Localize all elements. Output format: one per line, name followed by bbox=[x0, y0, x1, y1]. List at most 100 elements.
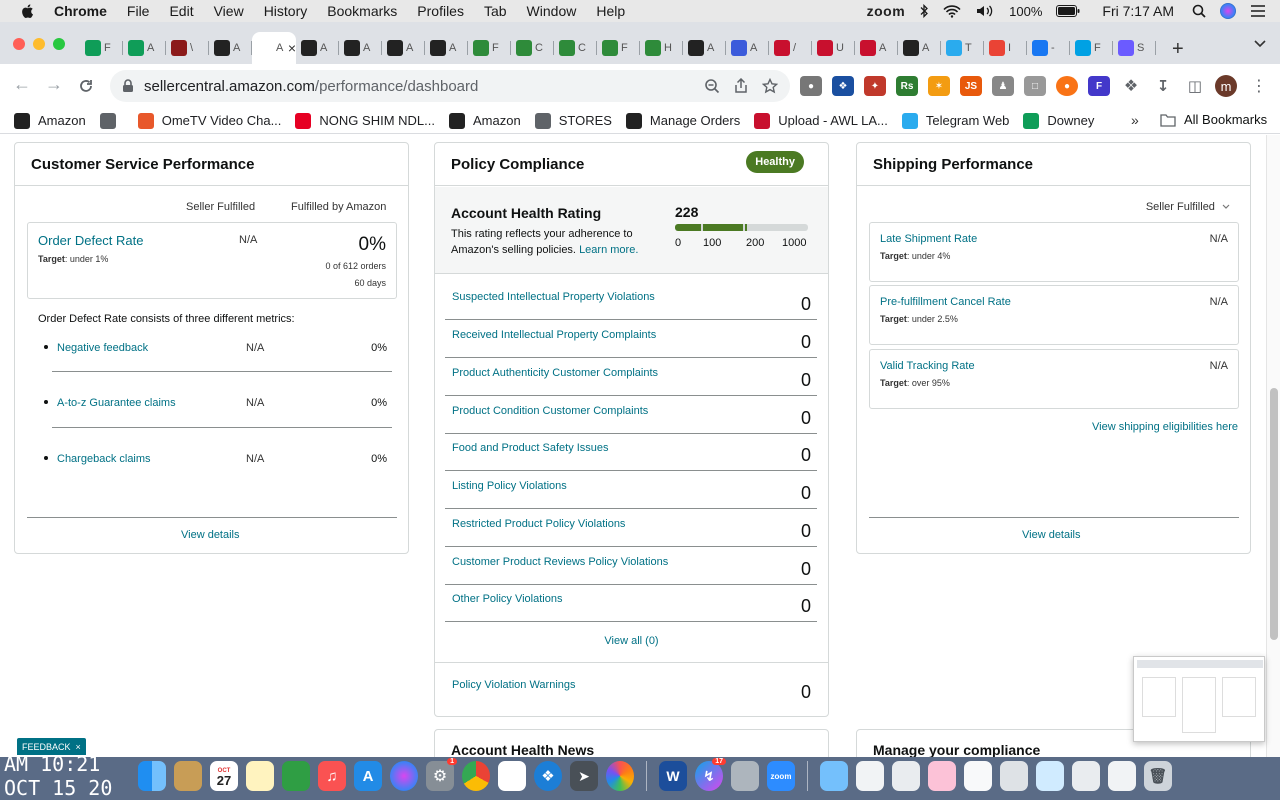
menu-bar-clock[interactable]: Fri 7:17 AM bbox=[1102, 3, 1174, 19]
policy-row-link[interactable]: Customer Product Reviews Policy Violatio… bbox=[452, 556, 668, 568]
browser-tab[interactable]: T bbox=[941, 32, 984, 64]
extension-box-icon[interactable]: □ bbox=[1024, 76, 1046, 96]
menu-history[interactable]: History bbox=[264, 3, 308, 19]
downloads-folder-icon[interactable] bbox=[820, 761, 848, 791]
browser-tab[interactable]: F bbox=[597, 32, 640, 64]
calendar-icon[interactable]: OCT 27 bbox=[210, 761, 238, 791]
browser-tab[interactable]: - bbox=[1027, 32, 1070, 64]
recent-document-thumbnail[interactable] bbox=[1000, 761, 1028, 791]
siri-dock-icon[interactable] bbox=[390, 761, 418, 791]
browser-tab-active[interactable]: A × bbox=[252, 32, 296, 64]
browser-tab[interactable]: / bbox=[769, 32, 812, 64]
word-icon[interactable]: W bbox=[659, 761, 687, 791]
learn-more-link[interactable]: Learn more. bbox=[579, 244, 638, 256]
recent-document-thumbnail[interactable] bbox=[964, 761, 992, 791]
safari-icon[interactable]: ❖ bbox=[534, 761, 562, 791]
music-icon[interactable]: ♫ bbox=[318, 761, 346, 791]
browser-tab[interactable]: S bbox=[1113, 32, 1156, 64]
shipping-eligibilities-link[interactable]: View shipping eligibilities here bbox=[1092, 421, 1238, 433]
policy-row-link[interactable]: Suspected Intellectual Property Violatio… bbox=[452, 291, 655, 303]
tab-search-chevron-icon[interactable] bbox=[1254, 40, 1266, 48]
bookmark-star-icon[interactable] bbox=[762, 78, 778, 94]
policy-row-link[interactable]: Product Authenticity Customer Complaints bbox=[452, 367, 658, 379]
bookmark-item[interactable]: OmeTV Video Cha... bbox=[137, 112, 281, 129]
policy-row-link[interactable]: Policy Violation Warnings bbox=[452, 679, 576, 691]
shipping-metric-link[interactable]: Late Shipment Rate bbox=[880, 233, 977, 245]
launchpad-icon[interactable]: ➤ bbox=[570, 761, 598, 791]
bookmark-item[interactable]: Amazon bbox=[449, 112, 521, 129]
zoom-app-icon[interactable]: zoom bbox=[767, 761, 795, 791]
finder-icon[interactable] bbox=[138, 761, 166, 791]
page-scrollbar[interactable] bbox=[1266, 135, 1280, 757]
notes-box-icon[interactable] bbox=[174, 761, 202, 791]
shipping-metric-link[interactable]: Pre-fulfillment Cancel Rate bbox=[880, 296, 1011, 308]
browser-tab[interactable]: A bbox=[425, 32, 468, 64]
siri-icon[interactable] bbox=[1220, 3, 1236, 19]
reload-icon[interactable] bbox=[78, 78, 94, 94]
profile-avatar[interactable]: m bbox=[1215, 75, 1237, 97]
trash-icon[interactable]: 🗑 bbox=[1144, 761, 1172, 791]
new-tab-button[interactable]: + bbox=[1172, 38, 1184, 61]
spotlight-search-icon[interactable] bbox=[1192, 4, 1206, 18]
bluetooth-icon[interactable] bbox=[919, 4, 929, 18]
bookmarks-overflow-chevron-icon[interactable]: » bbox=[1131, 112, 1139, 128]
browser-tab[interactable]: A bbox=[382, 32, 425, 64]
notes-icon[interactable] bbox=[246, 761, 274, 791]
browser-tab[interactable]: A bbox=[855, 32, 898, 64]
share-icon[interactable] bbox=[734, 78, 748, 94]
recent-document-thumbnail[interactable] bbox=[1036, 761, 1064, 791]
extension-sparkle-icon[interactable]: ✶ bbox=[928, 76, 950, 96]
address-bar[interactable]: sellercentral.amazon.com/performance/das… bbox=[110, 70, 790, 102]
feedback-close-icon[interactable]: × bbox=[76, 742, 81, 752]
wifi-icon[interactable] bbox=[943, 4, 961, 18]
metric-name-link[interactable]: Negative feedback bbox=[57, 342, 148, 354]
browser-tab[interactable]: F bbox=[468, 32, 511, 64]
order-defect-rate-link[interactable]: Order Defect Rate bbox=[38, 233, 144, 248]
bookmark-item[interactable]: Upload - AWL LA... bbox=[754, 112, 888, 129]
menu-window[interactable]: Window bbox=[527, 3, 577, 19]
site-info-icon[interactable] bbox=[122, 79, 134, 93]
browser-tab[interactable]: A bbox=[898, 32, 941, 64]
policy-row-link[interactable]: Received Intellectual Property Complaint… bbox=[452, 329, 656, 341]
reminders-icon[interactable] bbox=[498, 761, 526, 791]
browser-tab[interactable]: A bbox=[683, 32, 726, 64]
extension-f-icon[interactable]: F bbox=[1088, 76, 1110, 96]
bookmark-item[interactable]: Amazon bbox=[14, 112, 86, 129]
browser-tab[interactable]: A bbox=[726, 32, 769, 64]
back-arrow-icon[interactable]: ← bbox=[13, 74, 31, 95]
bookmark-item[interactable]: Downey bbox=[1023, 112, 1094, 129]
extension-person-icon[interactable]: ♟ bbox=[992, 76, 1014, 96]
photos-icon[interactable] bbox=[606, 761, 634, 791]
bookmark-item[interactable]: STORES bbox=[534, 112, 612, 129]
policy-row-link[interactable]: Other Policy Violations bbox=[452, 593, 562, 605]
extension-satellite-icon[interactable]: ✦ bbox=[864, 76, 886, 96]
browser-tab[interactable]: U bbox=[812, 32, 855, 64]
extension-orange-circle-icon[interactable]: ● bbox=[1056, 76, 1078, 96]
shipping-view-details-link[interactable]: View details bbox=[1022, 529, 1081, 541]
battery-icon[interactable] bbox=[1056, 5, 1080, 17]
screenshot-thumbnail-preview[interactable] bbox=[1133, 656, 1265, 742]
browser-tab[interactable]: C bbox=[511, 32, 554, 64]
policy-row-link[interactable]: Listing Policy Violations bbox=[452, 480, 567, 492]
forward-arrow-icon[interactable]: → bbox=[45, 74, 63, 95]
bookmark-item[interactable] bbox=[99, 112, 124, 129]
chrome-icon[interactable] bbox=[462, 761, 490, 791]
metric-name-link[interactable]: Chargeback claims bbox=[57, 453, 151, 465]
extension-js-icon[interactable]: JS bbox=[960, 76, 982, 96]
side-panel-icon[interactable]: ◫ bbox=[1184, 76, 1206, 96]
bookmark-item[interactable]: Manage Orders bbox=[625, 112, 740, 129]
facetime-icon[interactable] bbox=[282, 761, 310, 791]
menu-file[interactable]: File bbox=[127, 3, 150, 19]
browser-tab[interactable]: A bbox=[123, 32, 166, 64]
extensions-puzzle-icon[interactable]: ❖ bbox=[1120, 76, 1142, 96]
messenger-icon[interactable]: ↯ 17 bbox=[695, 758, 726, 791]
browser-tab[interactable]: A bbox=[209, 32, 252, 64]
customer-service-view-details-link[interactable]: View details bbox=[181, 529, 240, 541]
menu-bookmarks[interactable]: Bookmarks bbox=[327, 3, 397, 19]
chrome-menu-icon[interactable]: ⋮ bbox=[1251, 76, 1267, 96]
browser-tab[interactable]: A bbox=[339, 32, 382, 64]
browser-tab[interactable]: F bbox=[1070, 32, 1113, 64]
bookmark-item[interactable]: Telegram Web bbox=[901, 112, 1009, 129]
window-minimize-button[interactable] bbox=[33, 38, 45, 50]
browser-tab[interactable]: C bbox=[554, 32, 597, 64]
